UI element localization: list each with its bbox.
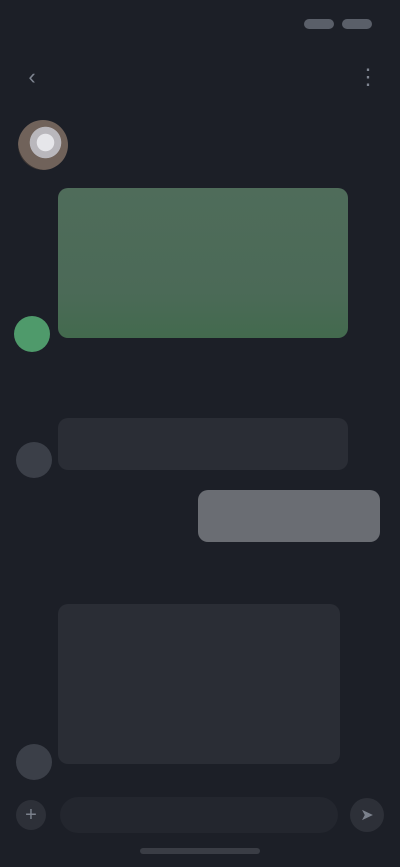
home-indicator[interactable] (140, 848, 260, 854)
message-bubble-incoming-1[interactable] (58, 188, 348, 338)
message-sender-avatar[interactable] (16, 442, 52, 478)
avatar[interactable] (18, 120, 68, 170)
back-arrow-icon[interactable]: ‹ (16, 61, 48, 93)
message-bubble-incoming-2[interactable] (58, 418, 348, 470)
sender-row (18, 120, 90, 170)
chat-header: ‹ ⋮ (0, 48, 400, 106)
send-icon[interactable]: ➤ (350, 798, 384, 832)
status-bar (0, 0, 400, 48)
status-indicators (304, 19, 372, 29)
message-input[interactable] (60, 797, 338, 833)
message-sender-avatar[interactable] (16, 744, 52, 780)
message-bubble-outgoing[interactable] (198, 490, 380, 542)
message-sender-avatar[interactable] (14, 316, 50, 352)
plus-icon[interactable]: + (16, 800, 46, 830)
message-bubble-incoming-3[interactable] (58, 604, 340, 764)
compose-bar: + ➤ (0, 790, 400, 840)
more-icon[interactable]: ⋮ (352, 61, 384, 93)
signal-icon (342, 19, 372, 29)
battery-icon (304, 19, 334, 29)
